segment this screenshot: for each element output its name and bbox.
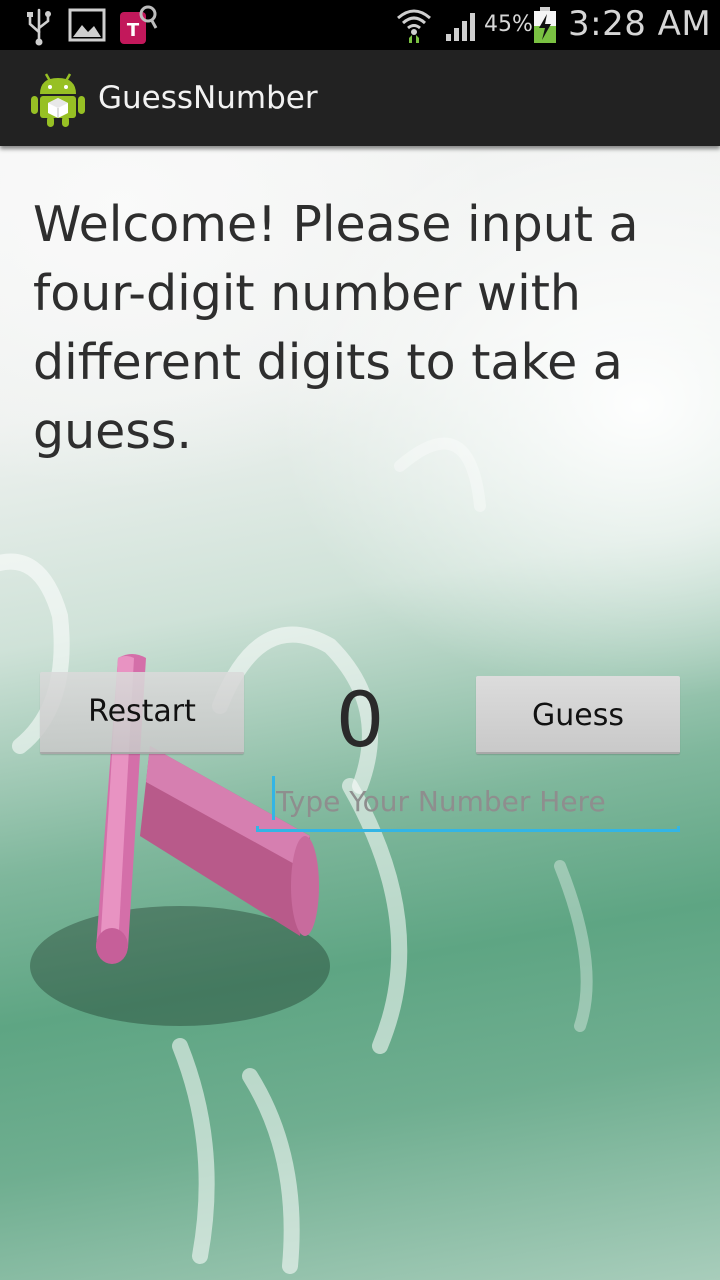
battery-charging-icon bbox=[534, 7, 556, 43]
battery-percent: 45% bbox=[484, 12, 533, 37]
action-bar: GuessNumber bbox=[0, 50, 720, 146]
main-content: Welcome! Please input a four-digit numbe… bbox=[0, 146, 720, 1280]
restart-button[interactable]: Restart bbox=[40, 672, 244, 754]
app-title: GuessNumber bbox=[98, 80, 318, 116]
text-cursor bbox=[272, 776, 275, 820]
svg-text:T: T bbox=[127, 20, 140, 41]
usb-icon bbox=[27, 8, 51, 46]
tmobile-icon: T bbox=[120, 5, 158, 44]
guess-button[interactable]: Guess bbox=[476, 676, 680, 754]
gallery-icon bbox=[68, 8, 106, 42]
welcome-message: Welcome! Please input a four-digit numbe… bbox=[33, 196, 639, 460]
wifi-icon bbox=[397, 9, 431, 43]
clock: 3:28 AM bbox=[568, 4, 712, 44]
signal-icon bbox=[446, 13, 475, 41]
android-app-icon bbox=[31, 73, 85, 127]
status-bar: T 45% 3:28 AM bbox=[0, 0, 720, 50]
number-input[interactable] bbox=[256, 774, 680, 828]
input-underline bbox=[256, 826, 680, 832]
guess-counter: 0 bbox=[335, 675, 385, 764]
screen: T 45% 3:28 AM GuessNumber Welcome! Pleas… bbox=[0, 0, 720, 1280]
